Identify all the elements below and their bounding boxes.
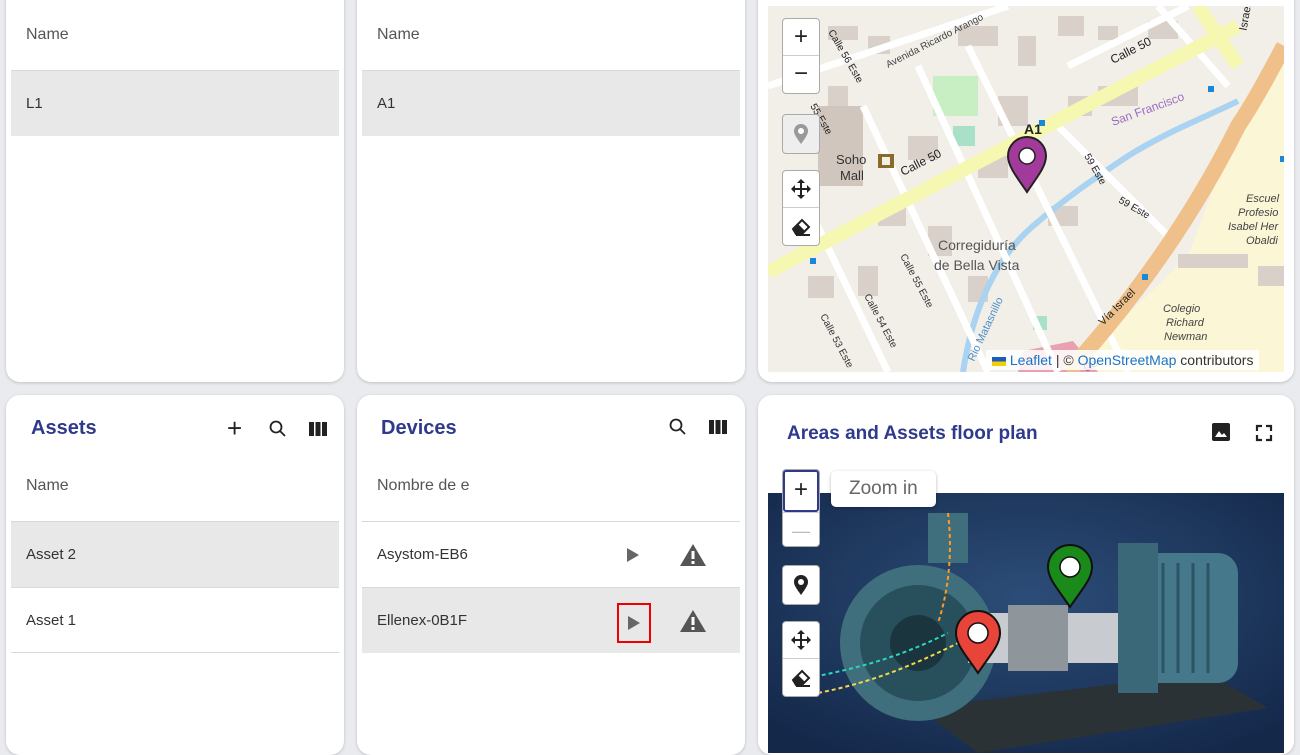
map-label: Corregiduría [938,237,1016,253]
map-label: Escuel [1246,193,1280,205]
image-icon[interactable] [1210,421,1232,443]
map-pin-icon [794,575,808,595]
locate-button[interactable] [782,114,820,154]
table-row[interactable]: Asset 1 [11,587,339,653]
floorplan-zoom-control: + — [782,469,820,547]
column-header-name[interactable]: Nombre de e [357,475,745,497]
map-label: Isabel Her [1228,221,1279,233]
street-map[interactable]: Calle 50 Calle 50 Avenida Ricardo Arango… [768,6,1284,372]
locations-card: Name L1 [6,0,344,382]
card-title: Areas and Assets floor plan [787,423,1038,444]
move-icon[interactable] [783,171,819,207]
eraser-icon[interactable] [783,658,819,695]
fullscreen-icon[interactable] [1254,423,1274,443]
attribution-suffix: contributors [1176,352,1254,368]
locate-button[interactable] [782,565,820,605]
zoom-out-button[interactable]: — [783,512,819,549]
devices-card: Devices Nombre de e Asystom-EB6 Ellenex-… [357,395,745,755]
search-icon[interactable] [668,417,688,437]
column-header-name[interactable]: Name [6,24,344,46]
add-icon[interactable]: + [227,413,242,444]
map-label: de Bella Vista [934,257,1020,273]
warning-icon[interactable] [679,609,707,633]
columns-icon[interactable] [308,420,328,438]
map-card: Calle 50 Calle 50 Avenida Ricardo Arango… [758,0,1294,382]
table-row[interactable]: L1 [11,70,339,136]
floorplan-edit-control [782,621,820,697]
map-label: Newman [1164,331,1207,343]
assets-card: Assets + Name Asset 2 Asset 1 [6,395,344,755]
move-icon[interactable] [783,622,819,658]
zoom-out-button[interactable]: − [783,55,819,92]
card-title: Devices [381,417,457,439]
leaflet-link[interactable]: Leaflet [1010,352,1052,368]
map-label: Profesio [1238,207,1278,219]
search-icon[interactable] [268,419,288,439]
columns-icon[interactable] [708,418,728,436]
map-attribution: Leaflet | © OpenStreetMap contributors [986,350,1260,370]
column-header-name[interactable]: Name [6,475,344,497]
map-label: Mall [840,168,864,183]
column-header-name[interactable]: Name [357,24,745,46]
osm-link[interactable]: OpenStreetMap [1078,352,1177,368]
play-icon[interactable] [625,546,641,564]
map-label: Colegio [1163,303,1200,315]
areas-card: Name A1 [357,0,745,382]
play-button-highlight[interactable] [617,603,651,643]
map-edit-control [782,170,820,246]
device-name: Asystom-EB6 [377,546,468,563]
map-pin-icon [794,124,808,144]
table-row[interactable]: Asset 2 [11,521,339,587]
zoom-in-tooltip: Zoom in [831,471,936,507]
map-zoom-control: + − [782,18,820,94]
device-name: Ellenex-0B1F [377,612,468,629]
zoom-in-button[interactable]: + [783,19,819,55]
floorplan-card: Areas and Assets floor plan + — Zoom in [758,395,1294,755]
map-label: Richard [1166,317,1205,329]
play-icon [628,616,640,630]
map-label: Obaldi [1246,235,1278,247]
attribution-separator: | © [1051,352,1078,368]
floorplan-image[interactable] [768,493,1284,753]
table-row[interactable]: A1 [362,70,740,136]
eraser-icon[interactable] [783,207,819,244]
zoom-in-button[interactable]: + [783,470,819,512]
ukraine-flag-icon [992,356,1006,366]
card-title: Assets [31,417,97,439]
map-label: Soho [836,152,866,167]
warning-icon[interactable] [679,543,707,567]
